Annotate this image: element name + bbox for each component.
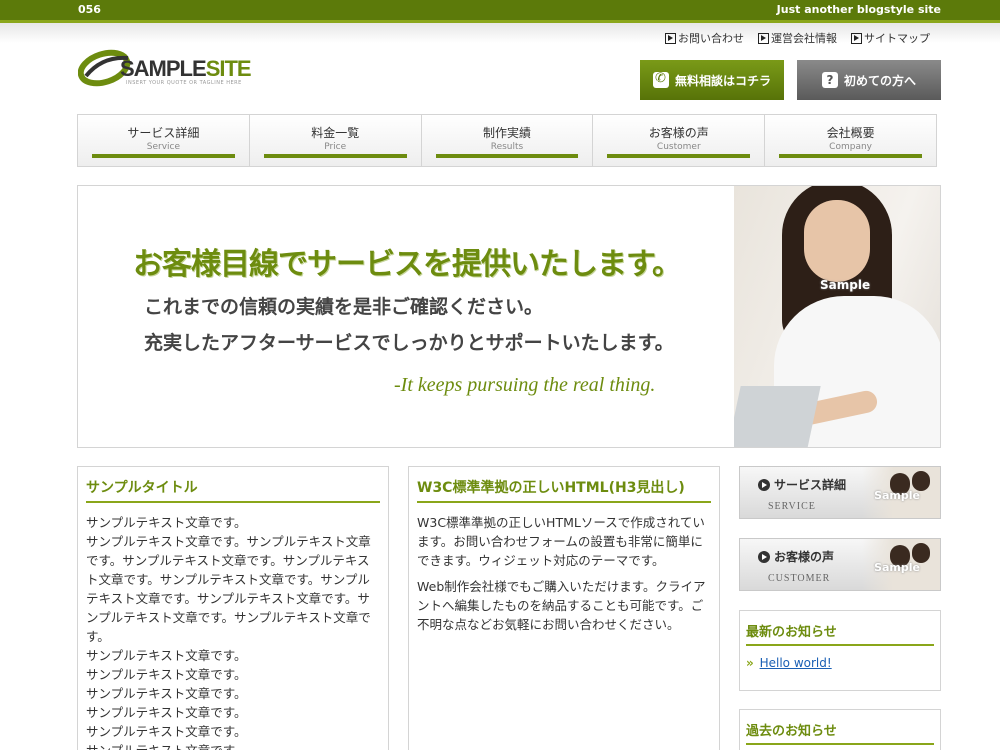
nav-item-label: 料金一覧: [311, 126, 360, 140]
latest-news-widget: 最新のお知らせ » Hello world!: [739, 610, 941, 691]
logo-word-sample: SAMPLE: [120, 56, 207, 81]
banner-title: サービス詳細: [758, 476, 846, 493]
double-chevron-icon: »: [746, 656, 754, 670]
top-bar: 056 Just another blogstyle site: [0, 0, 1000, 20]
phone-icon: [652, 71, 669, 88]
nav-item-sublabel: Service: [146, 142, 181, 152]
news-link-hello-world[interactable]: Hello world!: [760, 656, 832, 670]
sidebar-banner-service[interactable]: サービス詳細 SERVICE Sample: [739, 466, 941, 519]
nav-item-results[interactable]: 制作実績 Results: [422, 115, 594, 166]
hero-photo: Sample: [734, 186, 940, 447]
play-arrow-icon: [665, 32, 676, 44]
free-consult-label: 無料相談はコチラ: [674, 73, 771, 88]
play-arrow-icon: [851, 32, 862, 44]
photo-face: [804, 200, 870, 282]
company-info-link[interactable]: 運営会社情報: [758, 30, 837, 46]
photo-sample-label: Sample: [820, 278, 871, 292]
hero-title: お客様目線でサービスを提供いたします。: [133, 247, 682, 282]
left-column-title: サンプルタイトル: [86, 477, 380, 503]
nav-item-underline: [779, 154, 922, 158]
nav-item-sublabel: Customer: [656, 142, 701, 152]
text-line: サンプルテキスト文章です。: [86, 515, 247, 530]
text-line: サンプルテキスト文章です。: [86, 686, 247, 701]
nav-item-underline: [263, 154, 407, 158]
left-content-column: サンプルタイトル サンプルテキスト文章です。 サンプルテキスト文章です。サンプル…: [77, 466, 389, 750]
nav-item-underline: [435, 154, 579, 158]
arrow-circle-icon: [758, 550, 770, 563]
nav-item-label: お客様の声: [648, 126, 709, 140]
nav-item-price[interactable]: 料金一覧 Price: [250, 115, 422, 166]
past-news-title: 過去のお知らせ: [746, 720, 934, 745]
nav-item-sublabel: Price: [324, 142, 347, 152]
text-line: サンプルテキスト文章です。: [86, 724, 247, 739]
text-line: サンプルテキスト文章です。サンプルテキスト文章です。サンプルテキスト文章です。サ…: [86, 534, 371, 644]
contact-link[interactable]: お問い合わせ: [665, 30, 744, 46]
arrow-circle-icon: [758, 478, 770, 491]
news-list: » Hello world!: [746, 656, 934, 670]
sitemap-link[interactable]: サイトマップ: [851, 30, 930, 46]
hero-banner: お客様目線でサービスを提供いたします。 これまでの信頼の実績を是非ご確認ください…: [77, 185, 941, 448]
utility-links: お問い合わせ 運営会社情報 サイトマップ: [665, 30, 930, 46]
site-tagline: Just another blogstyle site: [776, 3, 941, 16]
photo-laptop: [734, 386, 821, 447]
logo-wordmark: SAMPLESITE: [120, 56, 252, 82]
list-item: » Hello world!: [746, 656, 934, 670]
site-logo[interactable]: SAMPLESITE INSERT YOUR QUOTE OR TAGLINE …: [78, 46, 252, 92]
banner-photo-person: [912, 543, 930, 563]
middle-content-column: W3C標準準拠の正しいHTML(H3見出し) W3C標準準拠の正しいHTMLソー…: [408, 466, 720, 750]
text-line: サンプルテキスト文章です。: [86, 741, 380, 750]
nav-item-label: 会社概要: [826, 126, 875, 140]
nav-item-service[interactable]: サービス詳細 Service: [78, 115, 250, 166]
paragraph: W3C標準準拠の正しいHTMLソースで作成されています。お問い合わせフォームの設…: [417, 515, 705, 568]
left-column-body: サンプルテキスト文章です。 サンプルテキスト文章です。サンプルテキスト文章です。…: [86, 513, 380, 750]
nav-item-sublabel: Results: [490, 142, 524, 152]
nav-item-sublabel: Company: [829, 142, 872, 152]
nav-item-underline: [92, 154, 235, 158]
hero-english-slogan: -It keeps pursuing the real thing.: [394, 374, 656, 396]
sitemap-link-label: サイトマップ: [864, 32, 930, 45]
nav-item-label: サービス詳細: [127, 126, 200, 140]
banner-subtitle: SERVICE: [768, 501, 816, 512]
question-icon: ?: [821, 72, 838, 88]
past-news-widget: 過去のお知らせ: [739, 709, 941, 750]
nav-item-company[interactable]: 会社概要 Company: [765, 115, 936, 166]
hero-text-line-2: 充実したアフターサービスでしっかりとサポートいたします。: [144, 332, 674, 354]
middle-column-body: W3C標準準拠の正しいHTMLソースで作成されています。お問い合わせフォームの設…: [417, 513, 711, 634]
contact-link-label: お問い合わせ: [678, 32, 744, 45]
nav-item-underline: [607, 154, 751, 158]
nav-item-label: 制作実績: [482, 126, 531, 140]
first-time-label: 初めての方へ: [843, 73, 916, 88]
play-arrow-icon: [758, 32, 769, 44]
latest-news-title: 最新のお知らせ: [746, 621, 934, 646]
free-consult-button[interactable]: 無料相談はコチラ: [640, 60, 784, 100]
text-line: サンプルテキスト文章です。: [86, 667, 247, 682]
banner-sample-label: Sample: [874, 561, 920, 574]
banner-title-text: サービス詳細: [774, 478, 847, 492]
logo-word-site: SITE: [205, 56, 252, 81]
site-number: 056: [78, 3, 101, 16]
banner-title-text: お客様の声: [774, 550, 835, 564]
sidebar-banner-customer[interactable]: お客様の声 CUSTOMER Sample: [739, 538, 941, 591]
logo-subtitle: INSERT YOUR QUOTE OR TAGLINE HERE: [126, 80, 242, 86]
paragraph: Web制作会社様でもご購入いただけます。クライアントへ編集したものを納品すること…: [417, 579, 706, 632]
middle-column-title: W3C標準準拠の正しいHTML(H3見出し): [417, 477, 711, 503]
banner-sample-label: Sample: [874, 489, 920, 502]
hero-text-line-1: これまでの信頼の実績を是非ご確認ください。: [144, 296, 544, 318]
banner-title: お客様の声: [758, 548, 834, 565]
global-nav: サービス詳細 Service 料金一覧 Price 制作実績 Results お…: [77, 114, 937, 167]
banner-subtitle: CUSTOMER: [768, 573, 831, 584]
nav-item-customer[interactable]: お客様の声 Customer: [593, 115, 766, 166]
company-info-link-label: 運営会社情報: [771, 32, 837, 45]
text-line: サンプルテキスト文章です。: [86, 648, 247, 663]
text-line: サンプルテキスト文章です。: [86, 705, 247, 720]
banner-photo-person: [912, 471, 930, 491]
first-time-button[interactable]: ? 初めての方へ: [797, 60, 941, 100]
